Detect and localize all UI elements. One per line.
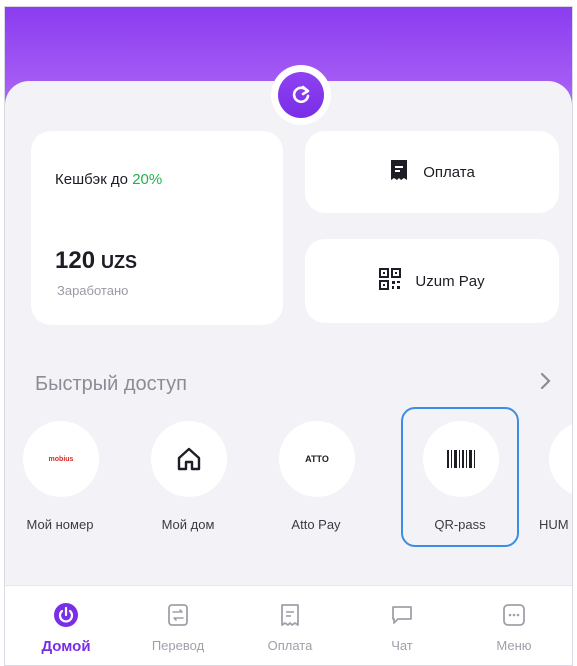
refresh-button[interactable] (271, 65, 331, 125)
atto-logo-text: ATTO (305, 454, 329, 464)
quick-item-label: QR-pass (434, 517, 486, 532)
hum-icon (549, 421, 572, 497)
cashback-title-text: Кешбэк до (55, 171, 133, 188)
app-screen: Кешбэк до 20% 120UZS Заработано Оплата (4, 6, 573, 666)
nav-menu[interactable]: Меню (459, 586, 569, 665)
nav-label: Оплата (267, 638, 313, 653)
chevron-right-icon[interactable] (539, 371, 553, 397)
uzum-pay-label: Uzum Pay (415, 272, 485, 290)
mobius-logo: mobius (23, 421, 99, 497)
receipt-icon (389, 159, 409, 186)
menu-icon (501, 602, 527, 628)
payment-label: Оплата (423, 163, 475, 181)
home-icon (151, 421, 227, 497)
cashback-title: Кешбэк до 20% (55, 171, 162, 188)
mobius-logo-text: mobius (48, 455, 74, 463)
nav-home[interactable]: Домой (11, 586, 121, 665)
quick-item-my-number[interactable]: mobius Мой номер (5, 413, 115, 545)
cashback-amount: 120 UZS (55, 247, 137, 275)
quick-item-atto-pay[interactable]: ATTO Atto Pay (261, 413, 371, 545)
nav-label: Перевод (151, 638, 205, 653)
bottom-nav: Домой Перевод Оплата Чат Меню (5, 585, 572, 665)
quick-item-label: HUM (539, 517, 569, 532)
nav-label: Домой (41, 638, 91, 655)
nav-transfer[interactable]: Перевод (123, 586, 233, 665)
barcode-icon (423, 421, 499, 497)
cashback-currency: UZS (101, 252, 138, 272)
payment-icon (277, 602, 303, 628)
cashback-caption: Заработано (57, 283, 129, 298)
uzum-pay-button[interactable]: Uzum Pay (305, 239, 559, 323)
quick-item-hum[interactable]: HUM (535, 413, 572, 545)
quick-item-label: Atto Pay (291, 517, 341, 532)
payment-button[interactable]: Оплата (305, 131, 559, 213)
transfer-icon (165, 602, 191, 628)
quick-item-label: Мой дом (161, 517, 215, 532)
quick-item-my-home[interactable]: Мой дом (133, 413, 243, 545)
cashback-amount-value: 120 (55, 247, 96, 274)
cashback-card[interactable]: Кешбэк до 20% 120 UZS Заработано (31, 131, 283, 325)
nav-chat[interactable]: Чат (347, 586, 457, 665)
atto-logo: ATTO (279, 421, 355, 497)
nav-label: Меню (496, 638, 532, 653)
refresh-icon (278, 72, 324, 118)
quick-item-label: Мой номер (26, 517, 94, 532)
home-power-icon (53, 602, 79, 628)
nav-label: Чат (391, 638, 413, 653)
qr-code-icon (379, 267, 402, 295)
quick-access-title: Быстрый доступ (35, 373, 187, 395)
cashback-percent: 20% (132, 171, 163, 188)
chat-icon (389, 602, 415, 628)
nav-payment[interactable]: Оплата (235, 586, 345, 665)
quick-item-qr-pass[interactable]: QR-pass (401, 407, 519, 547)
